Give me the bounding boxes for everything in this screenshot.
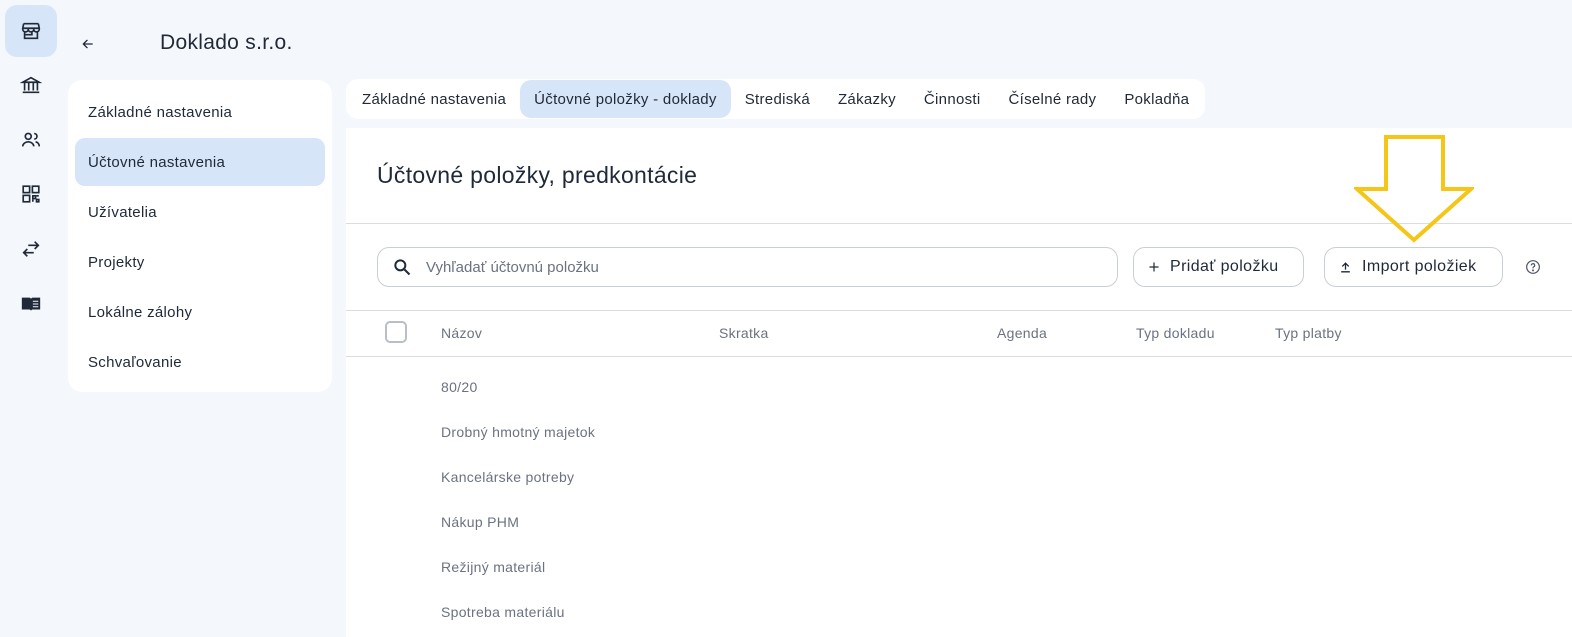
tab-basic-settings[interactable]: Základné nastavenia <box>348 80 520 118</box>
tab-accounting-items[interactable]: Účtovné položky - doklady <box>520 80 731 118</box>
people-icon[interactable] <box>5 114 57 166</box>
import-items-button[interactable]: Import položiek <box>1324 247 1503 287</box>
table-row[interactable]: Drobný hmotný majetok <box>441 424 595 440</box>
sidebar-item-approval[interactable]: Schvaľovanie <box>75 338 325 386</box>
help-icon[interactable] <box>1525 259 1541 275</box>
table-header: Názov Skratka Agenda Typ dokladu Typ pla… <box>346 311 1572 356</box>
tab-number-series[interactable]: Číselné rady <box>995 80 1111 118</box>
column-header-abbreviation[interactable]: Skratka <box>719 325 769 341</box>
bank-icon[interactable] <box>5 59 57 111</box>
search-icon <box>394 259 411 276</box>
select-all-checkbox[interactable] <box>385 321 407 343</box>
sidebar-item-users[interactable]: Užívatelia <box>75 188 325 236</box>
column-header-name[interactable]: Názov <box>441 325 482 341</box>
search-box[interactable] <box>377 247 1118 287</box>
transfer-icon[interactable] <box>5 223 57 275</box>
company-name: Doklado s.r.o. <box>160 31 293 54</box>
table-row[interactable]: Spotreba materiálu <box>441 604 565 620</box>
sidebar-item-projects[interactable]: Projekty <box>75 238 325 286</box>
icon-rail <box>0 0 62 637</box>
store-icon[interactable] <box>5 5 57 57</box>
column-header-document-type[interactable]: Typ dokladu <box>1136 325 1215 341</box>
plus-icon <box>1148 261 1160 273</box>
sidebar-item-accounting-settings[interactable]: Účtovné nastavenia <box>75 138 325 186</box>
sidebar-item-basic-settings[interactable]: Základné nastavenia <box>75 88 325 136</box>
table-row[interactable]: Nákup PHM <box>441 514 519 530</box>
import-items-label: Import položiek <box>1362 258 1477 275</box>
tab-orders[interactable]: Zákazky <box>824 80 910 118</box>
annotation-arrow <box>1354 135 1474 243</box>
search-input[interactable] <box>426 258 1086 276</box>
page-title: Účtovné položky, predkontácie <box>377 162 698 188</box>
back-arrow-icon[interactable] <box>76 32 100 56</box>
tab-cash-register[interactable]: Pokladňa <box>1110 80 1203 118</box>
add-item-button[interactable]: Pridať položku <box>1133 247 1304 287</box>
divider <box>346 356 1572 357</box>
upload-icon <box>1339 261 1352 274</box>
tab-cost-centers[interactable]: Strediská <box>731 80 824 118</box>
column-header-payment-type[interactable]: Typ platby <box>1275 325 1342 341</box>
table-row[interactable]: 80/20 <box>441 379 478 395</box>
sidebar-item-local-backups[interactable]: Lokálne zálohy <box>75 288 325 336</box>
table-row[interactable]: Režijný materiál <box>441 559 545 575</box>
table-row[interactable]: Kancelárske potreby <box>441 469 574 485</box>
book-icon[interactable] <box>5 278 57 330</box>
settings-tabs: Základné nastavenia Účtovné položky - do… <box>346 79 1206 119</box>
tab-activities[interactable]: Činnosti <box>910 80 995 118</box>
qr-code-icon[interactable] <box>5 168 57 220</box>
column-header-agenda[interactable]: Agenda <box>997 325 1047 341</box>
settings-sidebar: Základné nastavenia Účtovné nastavenia U… <box>68 80 332 392</box>
add-item-label: Pridať položku <box>1170 258 1279 275</box>
